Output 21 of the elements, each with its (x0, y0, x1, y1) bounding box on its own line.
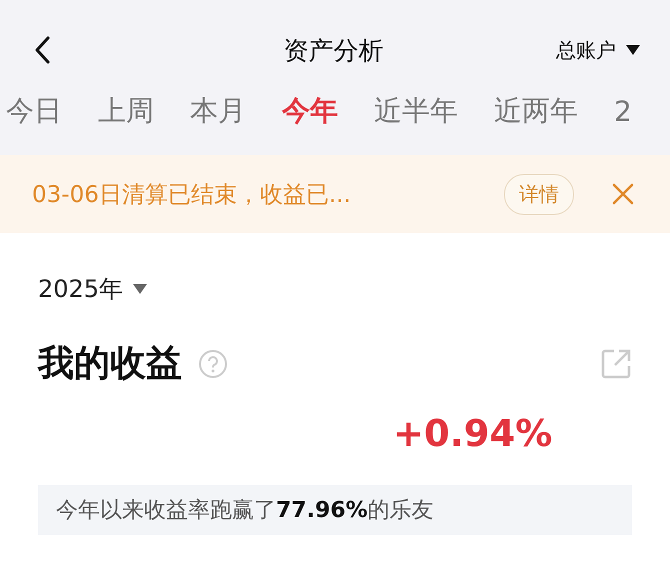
period-tab[interactable]: 今日 (6, 92, 62, 130)
period-tab[interactable]: 本月 (190, 92, 246, 130)
ranking-text: 今年以来收益率跑赢了77.96%的乐友 (38, 485, 632, 535)
return-value: +0.94% (393, 412, 552, 455)
caret-icon (626, 45, 640, 55)
close-icon[interactable] (612, 183, 634, 205)
account-dropdown[interactable]: 总账户 (556, 36, 640, 64)
period-tab[interactable]: 上周 (98, 92, 154, 130)
details-button[interactable]: 详情 (504, 174, 574, 214)
earnings-title: 我的收益 (38, 342, 182, 386)
back-icon[interactable] (33, 35, 51, 65)
caret-icon (133, 284, 148, 294)
notice-text: 03-06日清算已结束，收益已... (32, 180, 352, 210)
period-tab[interactable]: 今年 (282, 92, 338, 130)
help-icon[interactable] (198, 348, 228, 378)
period-tab[interactable]: 近半年 (374, 92, 458, 130)
share-icon[interactable] (600, 348, 632, 380)
period-tab[interactable]: 2 (614, 92, 632, 130)
page-title: 资产分析 (282, 34, 384, 66)
period-tab[interactable]: 近两年 (494, 92, 578, 130)
year-selector[interactable]: 2025年 (38, 273, 148, 305)
